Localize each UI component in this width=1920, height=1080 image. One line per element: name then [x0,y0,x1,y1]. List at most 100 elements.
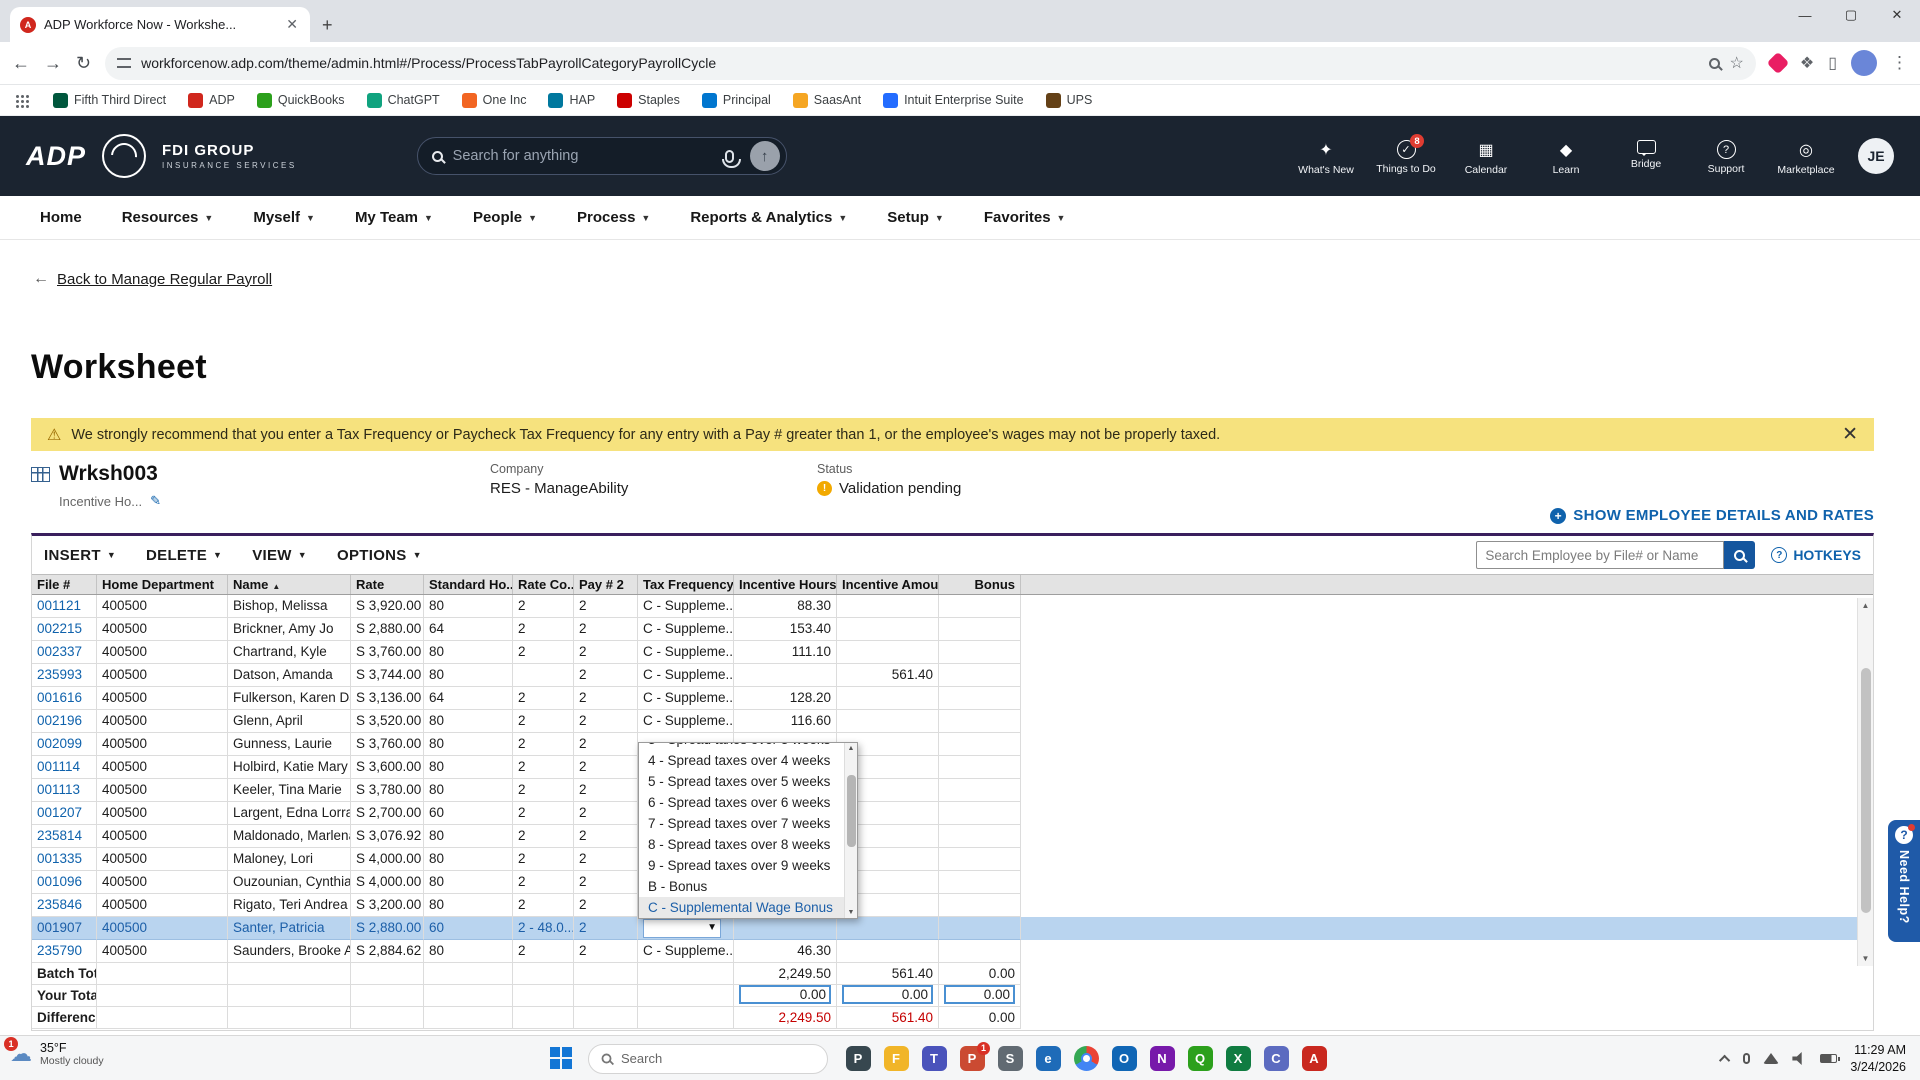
table-row[interactable]: 001907 400500 Santer, Patricia S 2,880.0… [32,917,1873,940]
volume-icon[interactable] [1792,1052,1802,1065]
incentive-hours-cell[interactable]: 153.40 [734,618,837,641]
home-department-cell[interactable]: 400500 [97,894,228,917]
incentive-hours-cell[interactable]: 128.20 [734,687,837,710]
home-department-cell[interactable]: 400500 [97,940,228,963]
file-number-link[interactable]: 001907 [32,917,97,940]
back-icon[interactable]: ← [12,53,30,74]
incentive-hours-cell[interactable]: 111.10 [734,641,837,664]
incentive-hours-cell[interactable]: 88.30 [734,595,837,618]
browser-tab[interactable]: A ADP Workforce Now - Workshe... ✕ [10,7,310,42]
tax-frequency-cell[interactable]: C - Suppleme... ▼ [638,641,734,664]
employee-name-cell[interactable]: Bishop, Melissa [228,595,351,618]
column-header[interactable]: Rate [351,575,424,594]
employee-name-cell[interactable]: Saunders, Brooke Ali... [228,940,351,963]
new-tab-button[interactable]: + [322,15,333,36]
file-number-link[interactable]: 001096 [32,871,97,894]
pay-number-cell[interactable]: 2 [574,825,638,848]
bookmark-item[interactable]: ChatGPT [366,92,440,108]
file-number-link[interactable]: 235993 [32,664,97,687]
incentive-hours-cell[interactable] [734,917,837,940]
rate-cell[interactable]: S 2,880.00 [351,917,424,940]
rate-code-cell[interactable]: 2 [513,756,574,779]
pay-number-cell[interactable]: 2 [574,664,638,687]
rate-code-cell[interactable]: 2 [513,940,574,963]
nav-menu-item[interactable]: Home ▼ [40,209,82,226]
minimize-icon[interactable]: — [1782,0,1828,30]
incentive-amount-cell[interactable]: 561.40 [837,664,939,687]
table-row[interactable]: 001616 400500 Fulkerson, Karen Danz S 3,… [32,687,1873,710]
taskbar-app-icon[interactable]: N [1148,1045,1176,1073]
taskbar-app-icon[interactable]: A [1300,1045,1328,1073]
incentive-hours-cell[interactable] [734,664,837,687]
rate-cell[interactable]: S 3,520.00 [351,710,424,733]
dropdown-option[interactable]: 7 - Spread taxes over 7 weeks [639,813,844,834]
rate-cell[interactable]: S 3,136.00 [351,687,424,710]
table-row[interactable]: 001113 400500 Keeler, Tina Marie S 3,780… [32,779,1873,802]
nav-menu-item[interactable]: Setup ▼ [887,209,944,226]
column-header[interactable]: Standard Ho... [424,575,513,594]
home-department-cell[interactable]: 400500 [97,710,228,733]
pay-number-cell[interactable]: 2 [574,917,638,940]
employee-search-input[interactable] [1476,541,1725,569]
dropdown-option[interactable]: B - Bonus [639,876,844,897]
file-number-link[interactable]: 002337 [32,641,97,664]
taskbar-app-icon[interactable]: P 1 [958,1041,990,1073]
column-header[interactable]: Pay # 2 [574,575,638,594]
toolbar-menu-button[interactable]: OPTIONS ▼ [337,547,422,564]
tax-frequency-cell[interactable]: C - Suppleme... ▼ [638,710,734,733]
scroll-down-icon[interactable]: ▼ [845,909,857,916]
standard-hours-cell[interactable]: 64 [424,618,513,641]
bookmark-item[interactable]: Intuit Enterprise Suite [883,92,1024,108]
table-row[interactable]: 235814 400500 Maldonado, Marlena S 3,076… [32,825,1873,848]
your-bonus-input[interactable]: 0.00 [944,985,1015,1004]
site-settings-icon[interactable] [117,58,132,68]
taskbar-app-icon[interactable]: O [1110,1045,1138,1073]
employee-name-cell[interactable]: Chartrand, Kyle [228,641,351,664]
rate-code-cell[interactable]: 2 [513,641,574,664]
rate-code-cell[interactable]: 2 [513,618,574,641]
file-number-link[interactable]: 001121 [32,595,97,618]
rate-cell[interactable]: S 3,600.00 [351,756,424,779]
table-row[interactable]: 002196 400500 Glenn, April S 3,520.00 80… [32,710,1873,733]
file-number-link[interactable]: 235814 [32,825,97,848]
file-number-link[interactable]: 001113 [32,779,97,802]
column-header[interactable]: Tax Frequency [638,575,734,594]
rate-cell[interactable]: S 2,700.00 [351,802,424,825]
bonus-cell[interactable] [939,917,1021,940]
hotkeys-link[interactable]: ? HOTKEYS [1771,547,1861,563]
rate-code-cell[interactable]: 2 [513,733,574,756]
rate-cell[interactable]: S 4,000.00 [351,848,424,871]
rate-cell[interactable]: S 3,076.92 [351,825,424,848]
scrollbar-thumb[interactable] [1861,668,1871,913]
extension-icon[interactable] [1766,51,1790,75]
table-row[interactable]: 002337 400500 Chartrand, Kyle S 3,760.00… [32,641,1873,664]
employee-name-cell[interactable]: Largent, Edna Lorraine [228,802,351,825]
dropdown-option[interactable]: 9 - Spread taxes over 9 weeks [639,855,844,876]
home-department-cell[interactable]: 400500 [97,618,228,641]
employee-name-cell[interactable]: Ouzounian, Cynthia ... [228,871,351,894]
taskbar-app-icon[interactable]: C [1262,1045,1290,1073]
pay-number-cell[interactable]: 2 [574,871,638,894]
your-incentive-hours-input[interactable]: 0.00 [739,985,831,1004]
rate-cell[interactable]: S 3,200.00 [351,894,424,917]
bookmark-item[interactable]: ADP [188,92,235,108]
header-icon-button[interactable]: ◎ Marketplace [1770,136,1842,176]
rate-code-cell[interactable]: 2 [513,848,574,871]
chevron-down-icon[interactable]: ▼ [707,917,720,939]
employee-name-cell[interactable]: Holbird, Katie Mary [228,756,351,779]
table-row[interactable]: 002099 400500 Gunness, Laurie S 3,760.00… [32,733,1873,756]
bonus-cell[interactable] [939,618,1021,641]
bookmark-item[interactable]: HAP [548,92,595,108]
bonus-cell[interactable] [939,848,1021,871]
bonus-cell[interactable] [939,871,1021,894]
employee-search-button[interactable] [1724,541,1756,569]
bonus-cell[interactable] [939,664,1021,687]
bonus-cell[interactable] [939,756,1021,779]
taskbar-app-icon[interactable]: F [882,1045,910,1073]
rate-cell[interactable]: S 3,744.00 [351,664,424,687]
tax-frequency-combobox[interactable]: ▼ [643,917,721,939]
zoom-icon[interactable] [1708,57,1720,69]
rate-code-cell[interactable]: 2 - 48.0... [513,917,574,940]
column-header[interactable]: Rate Co... [513,575,574,594]
scroll-up-icon[interactable]: ▲ [1858,601,1873,610]
